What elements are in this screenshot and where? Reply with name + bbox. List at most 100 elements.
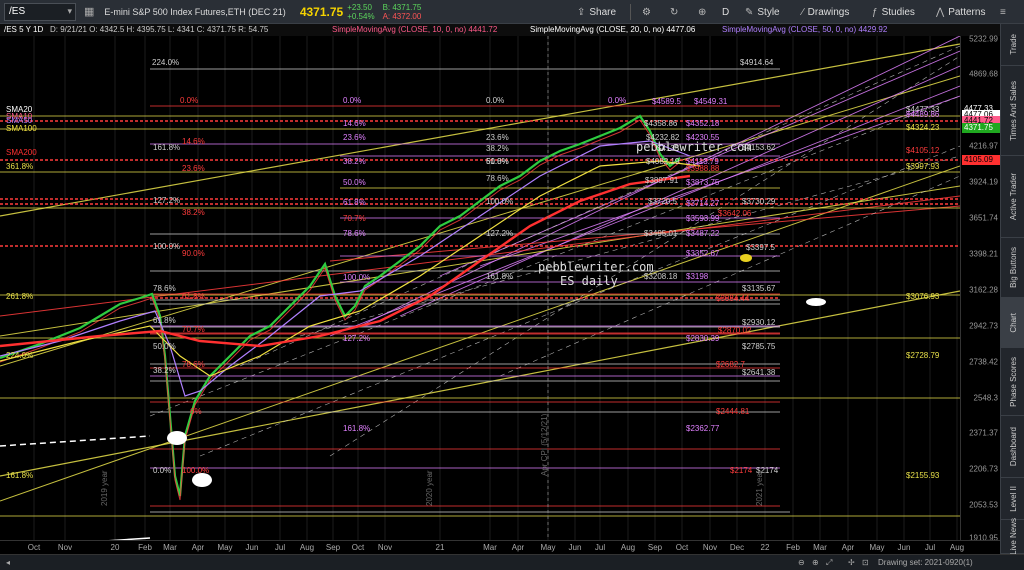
zoom-button[interactable]: ⊕ xyxy=(698,3,706,21)
settings-button[interactable]: ⚙ xyxy=(642,3,651,21)
zoom-out-icon[interactable]: ⊖ xyxy=(798,558,805,567)
time-axis-label: Apr xyxy=(191,543,205,552)
fit-icon[interactable]: ⤢ xyxy=(826,558,832,568)
time-axis-label: Jun xyxy=(897,543,911,552)
price-level-label: $3593.99 xyxy=(686,214,720,223)
price-level-label: $3720.5 xyxy=(648,197,677,206)
sidebar-tab-live-news[interactable]: Live News xyxy=(1001,518,1024,555)
price-level-label: $3135.67 xyxy=(742,284,776,293)
scroll-left-icon[interactable]: ◂ xyxy=(6,558,10,567)
fib-percent-label: 224.0% xyxy=(152,58,180,67)
fib-percent-label: 0.0% xyxy=(343,96,362,105)
sidebar-tab-level-ii[interactable]: Level II xyxy=(1001,478,1024,520)
period-marker-label: 2020 year xyxy=(425,470,434,506)
studies-button[interactable]: ƒ Studies xyxy=(872,3,915,21)
change-value: +23.50 xyxy=(347,2,372,12)
menu-icon: ≡ xyxy=(1000,6,1006,18)
lock-icon[interactable]: ⊡ xyxy=(862,558,869,567)
sma50-readout: SimpleMovingAvg (CLOSE, 50, 0, no) 4429.… xyxy=(722,25,888,34)
trend-line xyxy=(0,290,961,477)
last-price: 4371.75 xyxy=(299,4,344,19)
sidebar-tab-label: Times And Sales xyxy=(1008,80,1018,141)
symbol-value: /ES xyxy=(9,5,26,17)
sidebar-tab-phase-scores[interactable]: Phase Scores xyxy=(1001,348,1024,416)
price-level-label: $2785.75 xyxy=(742,342,776,351)
time-axis[interactable]: Oct Nov 20 Feb Mar Apr May Jun Jul Aug Sep Oct Nov 21… xyxy=(0,540,1000,554)
drawings-button[interactable]: ∕ Drawings xyxy=(802,3,849,21)
chevron-down-icon[interactable]: ▾ xyxy=(67,6,72,17)
drawing-set-label: Drawing set: 2021-0920(1) xyxy=(878,558,973,567)
time-axis-label: Jul xyxy=(594,543,606,552)
price-axis-label: 4216.97 xyxy=(969,141,998,151)
gear-icon: ⚙ xyxy=(642,6,651,18)
sma20-readout: SimpleMovingAvg (CLOSE, 20, 0, no) 4477.… xyxy=(530,25,696,34)
time-axis-label: Aug xyxy=(299,543,315,552)
time-axis-label: Aug xyxy=(620,543,636,552)
fib-percent-label: 70.7% xyxy=(182,325,205,334)
time-axis-label: Nov xyxy=(57,543,73,552)
price-level-label: $3730.29 xyxy=(742,197,776,206)
time-axis-label: Nov xyxy=(702,543,718,552)
symbol-input[interactable]: /ES ▾ xyxy=(4,2,76,21)
fib-percent-label: 14.6% xyxy=(182,137,205,146)
price-axis-label: 2371.37 xyxy=(969,428,998,438)
sync-button[interactable]: ↻ xyxy=(670,3,678,21)
price-level-label: $3487.22 xyxy=(686,229,720,238)
fib-percent-label: 127.2% xyxy=(153,196,181,205)
fib-percent-label: 38.2% xyxy=(486,144,509,153)
price-chart[interactable]: SMA20 SMA10 SMA50 SMA100 SMA200 224.0% 0.0% 0.0… xyxy=(0,35,961,549)
patterns-button[interactable]: ⋀ Patterns xyxy=(936,3,985,21)
dashed-trend-line xyxy=(0,435,151,447)
time-axis-label: May xyxy=(540,543,556,552)
fib-percent-label: 61.8% xyxy=(486,157,509,166)
price-level-label: $3897.91 xyxy=(645,176,679,185)
time-axis-label: Mar xyxy=(813,543,827,552)
price-level-label: $3397.5 xyxy=(746,243,775,252)
sidebar-tab-big-buttons[interactable]: Big Buttons xyxy=(1001,238,1024,298)
price-level-label: $3198 xyxy=(686,272,709,281)
period-marker-label: 2019 year xyxy=(100,470,109,506)
price-change: +23.50 +0.54% xyxy=(347,3,374,21)
sidebar-tab-trade[interactable]: Trade xyxy=(1001,24,1024,66)
sidebar-tab-label: Active Trader xyxy=(1008,172,1018,221)
sma-legend-label: SMA100 xyxy=(6,124,37,133)
price-level-label: $3352.67 xyxy=(686,249,720,258)
sma10-readout: SimpleMovingAvg (CLOSE, 10, 0, no) 4441.… xyxy=(332,25,498,34)
fib-percent-label: 23.6% xyxy=(343,133,366,142)
time-axis-label: May xyxy=(217,543,233,552)
price-level-label: $4358.86 xyxy=(644,119,678,128)
share-button[interactable]: ⇪ Share xyxy=(577,3,616,21)
time-axis-label: Apr xyxy=(841,543,855,552)
sidebar-tab-times-and-sales[interactable]: Times And Sales xyxy=(1001,66,1024,156)
share-label: Share xyxy=(589,6,617,18)
fib-percent-label: 38.2% xyxy=(182,208,205,217)
price-axis[interactable]: 5232.994869.684521.584216.973924.193651.… xyxy=(960,34,1000,543)
price-axis-label: 5232.99 xyxy=(969,34,998,44)
sidebar-tab-dashboard[interactable]: Dashboard xyxy=(1001,416,1024,478)
price-level-label: $2870.02 xyxy=(718,326,752,335)
time-axis-label: Oct xyxy=(27,543,41,552)
sidebar-tab-active-trader[interactable]: Active Trader xyxy=(1001,156,1024,238)
chart-canvas[interactable] xyxy=(0,35,961,549)
grid-icon[interactable]: ▦ xyxy=(84,5,94,18)
price-level-label: $4549.31 xyxy=(694,97,728,106)
time-axis-label: Mar xyxy=(163,543,177,552)
time-axis-label: 22 xyxy=(760,543,770,552)
right-sidebar: Trade Times And Sales Active Trader Big But… xyxy=(1000,24,1024,555)
menu-button[interactable]: ≡ xyxy=(1000,3,1006,21)
period-button[interactable]: D xyxy=(722,3,729,21)
price-level-label: $4914.64 xyxy=(740,58,774,67)
style-button[interactable]: ✎ Style xyxy=(745,3,780,21)
sidebar-tab-label: Chart xyxy=(1008,312,1018,333)
ask-value: A: 4372.00 xyxy=(382,11,422,21)
fib-percent-label: 61.8% xyxy=(182,292,205,301)
sidebar-tab-chart[interactable]: Chart xyxy=(1001,298,1024,348)
price-axis-label: 3398.21 xyxy=(969,249,998,259)
price-axis-label: 2738.42 xyxy=(969,357,998,367)
price-level-label: $4324.23 xyxy=(906,123,940,132)
zoom-in-icon[interactable]: ⊕ xyxy=(812,558,819,567)
time-axis-label: Sep xyxy=(647,543,663,552)
time-axis-label: Mar xyxy=(483,543,497,552)
cursor-icon[interactable]: ✢ xyxy=(848,558,855,567)
fib-percent-label: 161.8% xyxy=(153,143,181,152)
